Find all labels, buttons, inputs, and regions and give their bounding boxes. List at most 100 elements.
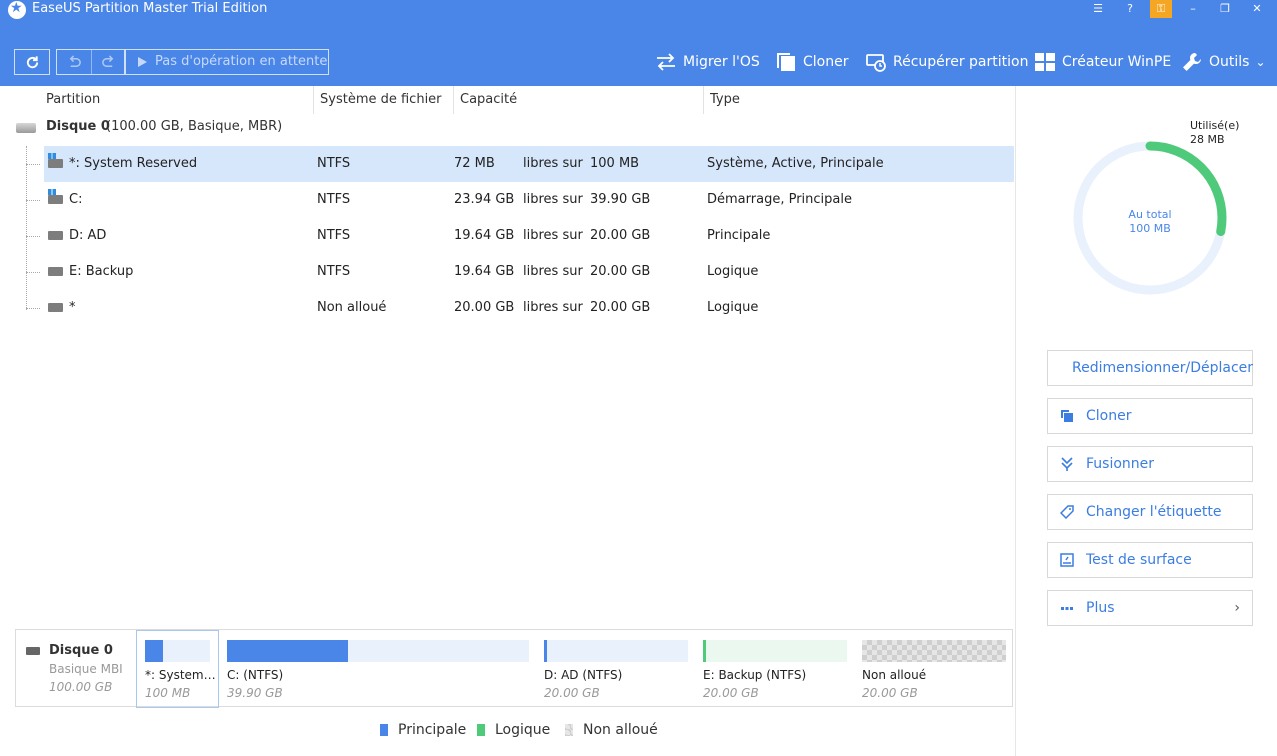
legend-swatch bbox=[477, 724, 485, 736]
app-logo-icon bbox=[8, 0, 26, 19]
map-segment-bar[interactable] bbox=[544, 640, 688, 662]
tree-branch bbox=[26, 200, 40, 201]
used-value: 28 MB bbox=[1190, 133, 1225, 146]
windows-icon bbox=[1035, 53, 1055, 71]
legend-label: Non alloué bbox=[583, 722, 658, 738]
system-partition-icon bbox=[48, 153, 63, 168]
map-segment-bar[interactable] bbox=[145, 640, 210, 662]
map-segment-label: C: (NTFS) bbox=[227, 668, 284, 682]
action-surface-test-button[interactable]: Test de surface bbox=[1047, 542, 1253, 578]
action-more-button[interactable]: Plus › bbox=[1047, 590, 1253, 626]
partition-capacity-sep: libres sur bbox=[523, 300, 583, 315]
partition-row[interactable]: C: NTFS 23.94 GB libres sur 39.90 GB Dém… bbox=[26, 182, 1014, 218]
refresh-icon bbox=[26, 55, 38, 68]
partition-capacity-sep: libres sur bbox=[523, 192, 583, 207]
action-merge-button[interactable]: Fusionner bbox=[1047, 446, 1253, 482]
help-icon[interactable]: ? bbox=[1119, 0, 1141, 18]
partition-row[interactable]: *: System Reserved NTFS 72 MB libres sur… bbox=[26, 146, 1014, 182]
map-segment-size: 20.00 GB bbox=[544, 686, 600, 700]
play-icon bbox=[138, 57, 147, 67]
disk-name: Disque 0 bbox=[46, 119, 110, 134]
tree-branch bbox=[26, 272, 40, 273]
surface-test-icon bbox=[1060, 553, 1074, 567]
action-label: Plus bbox=[1086, 600, 1115, 616]
partition-free: 19.64 GB bbox=[454, 228, 515, 243]
tool-tools-label: Outils bbox=[1209, 54, 1250, 70]
tool-winpe-creator[interactable]: Créateur WinPE bbox=[1034, 50, 1171, 74]
action-label: Redimensionner/Déplacer bbox=[1072, 360, 1254, 376]
partition-type: Logique bbox=[707, 300, 759, 315]
disk-icon bbox=[16, 123, 36, 133]
tool-clone-label: Cloner bbox=[803, 54, 849, 70]
drive-icon bbox=[48, 231, 63, 240]
title-bar: EaseUS Partition Master Trial Edition ☰ … bbox=[0, 0, 1277, 19]
tool-migrate-os-label: Migrer l'OS bbox=[683, 54, 760, 70]
map-segment-bar[interactable] bbox=[227, 640, 529, 662]
refresh-button[interactable] bbox=[15, 50, 49, 74]
tool-clone[interactable]: Cloner bbox=[775, 50, 848, 74]
partition-total: 20.00 GB bbox=[590, 300, 651, 315]
map-segment-label: Non alloué bbox=[862, 668, 927, 682]
partition-row[interactable]: * Non alloué 20.00 GB libres sur 20.00 G… bbox=[26, 290, 1014, 326]
column-capacity[interactable]: Capacité bbox=[454, 86, 704, 114]
map-segment-size: 39.90 GB bbox=[227, 686, 283, 700]
map-segment-bar[interactable] bbox=[703, 640, 847, 662]
menu-icon[interactable]: ☰ bbox=[1087, 0, 1109, 18]
map-segment-size: 20.00 GB bbox=[703, 686, 759, 700]
chevron-right-icon: › bbox=[1234, 600, 1240, 616]
used-label: Utilisé(e) bbox=[1190, 119, 1240, 132]
tool-winpe-creator-label: Créateur WinPE bbox=[1062, 54, 1172, 70]
partition-free: 23.94 GB bbox=[454, 192, 515, 207]
tool-migrate-os[interactable]: Migrer l'OS bbox=[655, 50, 760, 74]
disk-info: (100.00 GB, Basique, MBR) bbox=[106, 119, 283, 134]
pending-operations-button[interactable]: Pas d'opération en attente bbox=[124, 49, 329, 75]
tool-tools-menu[interactable]: Outils ⌄ bbox=[1181, 50, 1266, 74]
partition-row[interactable]: D: AD NTFS 19.64 GB libres sur 20.00 GB … bbox=[26, 218, 1014, 254]
system-partition-icon bbox=[48, 189, 63, 204]
legend-logique: Logique bbox=[477, 722, 550, 738]
legend-non-alloue: Non alloué bbox=[565, 722, 658, 738]
partition-type: Logique bbox=[707, 264, 759, 279]
more-icon bbox=[1061, 607, 1073, 610]
map-segment-bar[interactable] bbox=[862, 640, 1006, 662]
partition-name: * bbox=[69, 300, 76, 315]
partition-total: 100 MB bbox=[590, 156, 640, 171]
action-change-label-button[interactable]: Changer l'étiquette bbox=[1047, 494, 1253, 530]
partition-filesystem: NTFS bbox=[317, 156, 351, 171]
column-filesystem[interactable]: Système de fichier bbox=[314, 86, 454, 114]
column-type[interactable]: Type bbox=[704, 86, 1014, 114]
map-disk-name: Disque 0 bbox=[49, 643, 113, 658]
undo-button[interactable] bbox=[57, 50, 91, 74]
disk-row[interactable]: Disque 0 (100.00 GB, Basique, MBR) bbox=[0, 116, 1014, 140]
map-segment-fill bbox=[544, 640, 547, 662]
action-clone-button[interactable]: Cloner bbox=[1047, 398, 1253, 434]
tool-recover-partition[interactable]: Récupérer partition bbox=[865, 50, 1028, 74]
partition-total: 39.90 GB bbox=[590, 192, 651, 207]
action-label: Test de surface bbox=[1086, 552, 1192, 568]
minimize-icon[interactable]: – bbox=[1182, 0, 1204, 18]
partition-capacity-sep: libres sur bbox=[523, 156, 583, 171]
action-label: Cloner bbox=[1086, 408, 1132, 424]
close-icon[interactable]: ✕ bbox=[1246, 0, 1268, 18]
partition-name: C: bbox=[69, 192, 83, 207]
partition-type: Système, Active, Principale bbox=[707, 156, 884, 171]
key-icon[interactable]: ⚿ bbox=[1150, 0, 1172, 18]
partition-row[interactable]: E: Backup NTFS 19.64 GB libres sur 20.00… bbox=[26, 254, 1014, 290]
recover-icon bbox=[866, 54, 886, 72]
donut-center: Au total 100 MB bbox=[1070, 208, 1230, 236]
disk-map: Disque 0 Basique MBI 100.00 GB *: System… bbox=[15, 629, 1013, 708]
redo-button[interactable] bbox=[91, 50, 125, 74]
total-label: Au total bbox=[1128, 208, 1172, 221]
map-disk-size: 100.00 GB bbox=[49, 680, 113, 694]
partition-capacity-sep: libres sur bbox=[523, 264, 583, 279]
legend-swatch bbox=[380, 724, 388, 736]
action-resize-move-button[interactable]: Redimensionner/Déplacer bbox=[1047, 350, 1253, 386]
restore-icon[interactable]: ❐ bbox=[1214, 0, 1236, 18]
undo-redo-group bbox=[56, 49, 126, 75]
partition-filesystem: NTFS bbox=[317, 228, 351, 243]
clone-icon bbox=[1061, 410, 1073, 422]
action-label: Fusionner bbox=[1086, 456, 1155, 472]
tree-line bbox=[26, 146, 27, 310]
partition-type: Principale bbox=[707, 228, 771, 243]
column-partition[interactable]: Partition bbox=[40, 86, 314, 114]
